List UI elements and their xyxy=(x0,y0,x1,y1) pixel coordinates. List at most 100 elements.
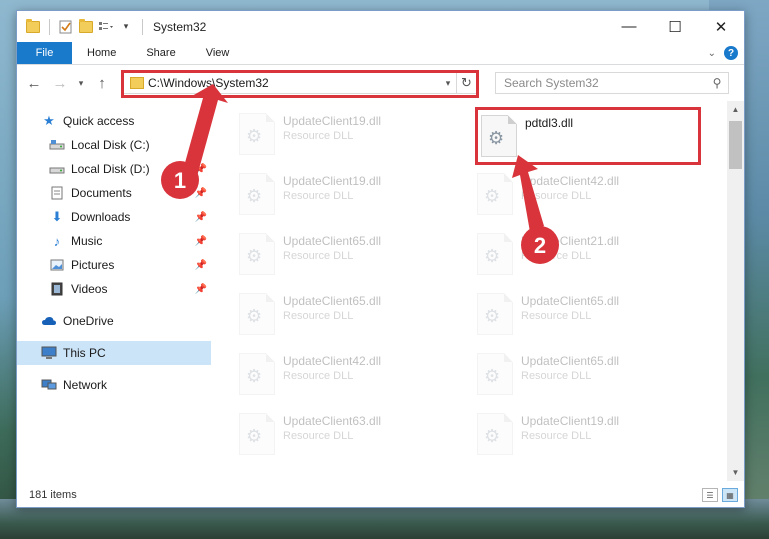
videos-icon xyxy=(49,281,65,297)
list-item[interactable]: ⚙ UpdateClient65.dll Resource DLL xyxy=(477,289,697,339)
list-item[interactable]: ⚙ UpdateClient65.dll Resource DLL xyxy=(239,289,459,339)
list-item[interactable]: ⚙ UpdateClient21.dll Resource DLL xyxy=(477,229,697,279)
help-icon[interactable]: ? xyxy=(724,46,738,60)
new-folder-icon[interactable] xyxy=(78,18,94,35)
network-icon xyxy=(41,377,57,393)
nav-label: Network xyxy=(63,378,108,392)
search-box[interactable]: ⚲ xyxy=(495,72,729,94)
nav-item-downloads[interactable]: ⬇ Downloads 📌 xyxy=(17,205,213,229)
nav-item-documents[interactable]: Documents 📌 xyxy=(17,181,213,205)
window-controls: — ☐ ✕ xyxy=(606,11,744,42)
tab-home[interactable]: Home xyxy=(72,42,131,64)
pin-icon[interactable]: 📌 xyxy=(195,212,207,223)
minimize-button[interactable]: — xyxy=(606,11,652,42)
file-type: Resource DLL xyxy=(283,430,354,442)
pin-icon[interactable]: 📌 xyxy=(195,188,207,199)
pin-icon[interactable]: 📌 xyxy=(195,284,207,295)
scroll-up-button[interactable]: ▲ xyxy=(727,101,744,118)
window-title: System32 xyxy=(153,19,207,34)
list-item[interactable]: ⚙ UpdateClient65.dll Resource DLL xyxy=(239,229,459,279)
list-item[interactable]: ⚙ UpdateClient19.dll Resource DLL xyxy=(239,169,459,219)
navigation-pane: ★ Quick access Local Disk (C:) 📌 Local D… xyxy=(17,101,213,481)
nav-item-local-disk-c[interactable]: Local Disk (C:) 📌 xyxy=(17,133,213,157)
vertical-scrollbar[interactable]: ▲ ▼ xyxy=(727,101,744,481)
forward-button[interactable]: → xyxy=(49,72,71,94)
file-type: Resource DLL xyxy=(521,250,592,262)
list-item[interactable]: ⚙ UpdateClient19.dll Resource DLL xyxy=(239,109,459,159)
dll-file-icon: ⚙ xyxy=(477,233,513,275)
file-type: Resource DLL xyxy=(283,190,354,202)
nav-item-pictures[interactable]: Pictures 📌 xyxy=(17,253,213,277)
tab-file[interactable]: File xyxy=(17,42,72,64)
file-name: UpdateClient63.dll xyxy=(283,414,382,428)
file-name: UpdateClient21.dll xyxy=(521,234,620,248)
tab-share[interactable]: Share xyxy=(131,42,190,64)
dll-file-icon: ⚙ xyxy=(239,233,275,275)
item-count: 181 items xyxy=(29,489,77,501)
recent-locations-button[interactable]: ▾ xyxy=(75,72,87,94)
documents-icon xyxy=(49,185,65,201)
file-type: Resource DLL xyxy=(283,250,354,262)
properties-icon[interactable] xyxy=(58,19,74,35)
nav-onedrive[interactable]: OneDrive xyxy=(17,309,213,333)
star-icon: ★ xyxy=(43,113,55,128)
address-input[interactable] xyxy=(144,73,440,93)
scroll-thumb[interactable] xyxy=(729,121,742,169)
address-bar[interactable]: ▾ ↻ xyxy=(121,70,479,98)
title-bar: ▾ System32 — ☐ ✕ xyxy=(17,11,744,42)
drive-icon xyxy=(49,137,65,153)
ribbon-tabs: File Home Share View ⌄ ? xyxy=(17,42,744,65)
chevron-down-icon[interactable]: ▾ xyxy=(118,19,134,35)
maximize-button[interactable]: ☐ xyxy=(652,11,698,42)
close-button[interactable]: ✕ xyxy=(698,11,744,42)
scroll-down-button[interactable]: ▼ xyxy=(727,464,744,481)
search-icon[interactable]: ⚲ xyxy=(706,76,728,90)
customize-toolbar-icon[interactable] xyxy=(98,19,114,35)
refresh-button[interactable]: ↻ xyxy=(456,73,476,93)
nav-network[interactable]: Network xyxy=(17,373,213,397)
nav-item-local-disk-d[interactable]: Local Disk (D:) 📌 xyxy=(17,157,213,181)
music-note-icon: ♪ xyxy=(53,233,61,249)
nav-label: This PC xyxy=(63,346,106,360)
file-type: Resource DLL xyxy=(521,190,592,202)
back-button[interactable]: ← xyxy=(23,72,45,94)
nav-label: Videos xyxy=(71,282,108,296)
pictures-icon xyxy=(49,257,65,273)
nav-this-pc[interactable]: This PC xyxy=(17,341,211,365)
quick-access-toolbar: ▾ xyxy=(25,18,147,35)
nav-item-music[interactable]: ♪ Music 📌 xyxy=(17,229,213,253)
nav-label: Quick access xyxy=(63,114,135,128)
expand-ribbon-icon[interactable]: ⌄ xyxy=(708,48,716,59)
file-name: UpdateClient42.dll xyxy=(521,174,620,188)
pin-icon[interactable]: 📌 xyxy=(195,260,207,271)
view-toggle: ☰ ▦ xyxy=(702,488,744,502)
toolbar-divider xyxy=(142,18,143,35)
list-item[interactable]: ⚙ UpdateClient63.dll Resource DLL xyxy=(239,409,459,459)
main-area: ★ Quick access Local Disk (C:) 📌 Local D… xyxy=(17,101,744,481)
ribbon-right-controls: ⌄ ? xyxy=(708,42,744,64)
nav-label: Local Disk (C:) xyxy=(71,138,150,152)
highlighted-file-item[interactable]: ⚙ pdtdl3.dll xyxy=(481,111,701,161)
nav-label: Local Disk (D:) xyxy=(71,162,150,176)
pin-icon[interactable]: 📌 xyxy=(195,140,207,151)
tab-view[interactable]: View xyxy=(191,42,245,64)
dll-file-icon: ⚙ xyxy=(477,353,513,395)
list-item[interactable]: ⚙ UpdateClient19.dll Resource DLL xyxy=(477,409,697,459)
dll-file-icon: ⚙ xyxy=(239,413,275,455)
details-view-button[interactable]: ☰ xyxy=(702,488,718,502)
nav-label: OneDrive xyxy=(63,314,114,328)
list-item[interactable]: ⚙ UpdateClient65.dll Resource DLL xyxy=(477,349,697,399)
list-item[interactable]: ⚙ UpdateClient42.dll Resource DLL xyxy=(477,169,697,219)
pin-icon[interactable]: 📌 xyxy=(195,164,207,175)
list-item[interactable]: ⚙ UpdateClient42.dll Resource DLL xyxy=(239,349,459,399)
pin-icon[interactable]: 📌 xyxy=(195,236,207,247)
nav-quick-access[interactable]: ★ Quick access xyxy=(17,109,213,133)
search-input[interactable] xyxy=(496,73,706,93)
up-button[interactable]: ↑ xyxy=(91,72,113,94)
large-icons-view-button[interactable]: ▦ xyxy=(722,488,738,502)
file-explorer-window: ▾ System32 — ☐ ✕ File Home Share View ⌄ … xyxy=(16,10,745,508)
file-list: ⚙ UpdateClient19.dll Resource DLL ⚙ Updat… xyxy=(213,101,744,481)
address-history-button[interactable]: ▾ xyxy=(440,78,456,89)
nav-item-videos[interactable]: Videos 📌 xyxy=(17,277,213,301)
